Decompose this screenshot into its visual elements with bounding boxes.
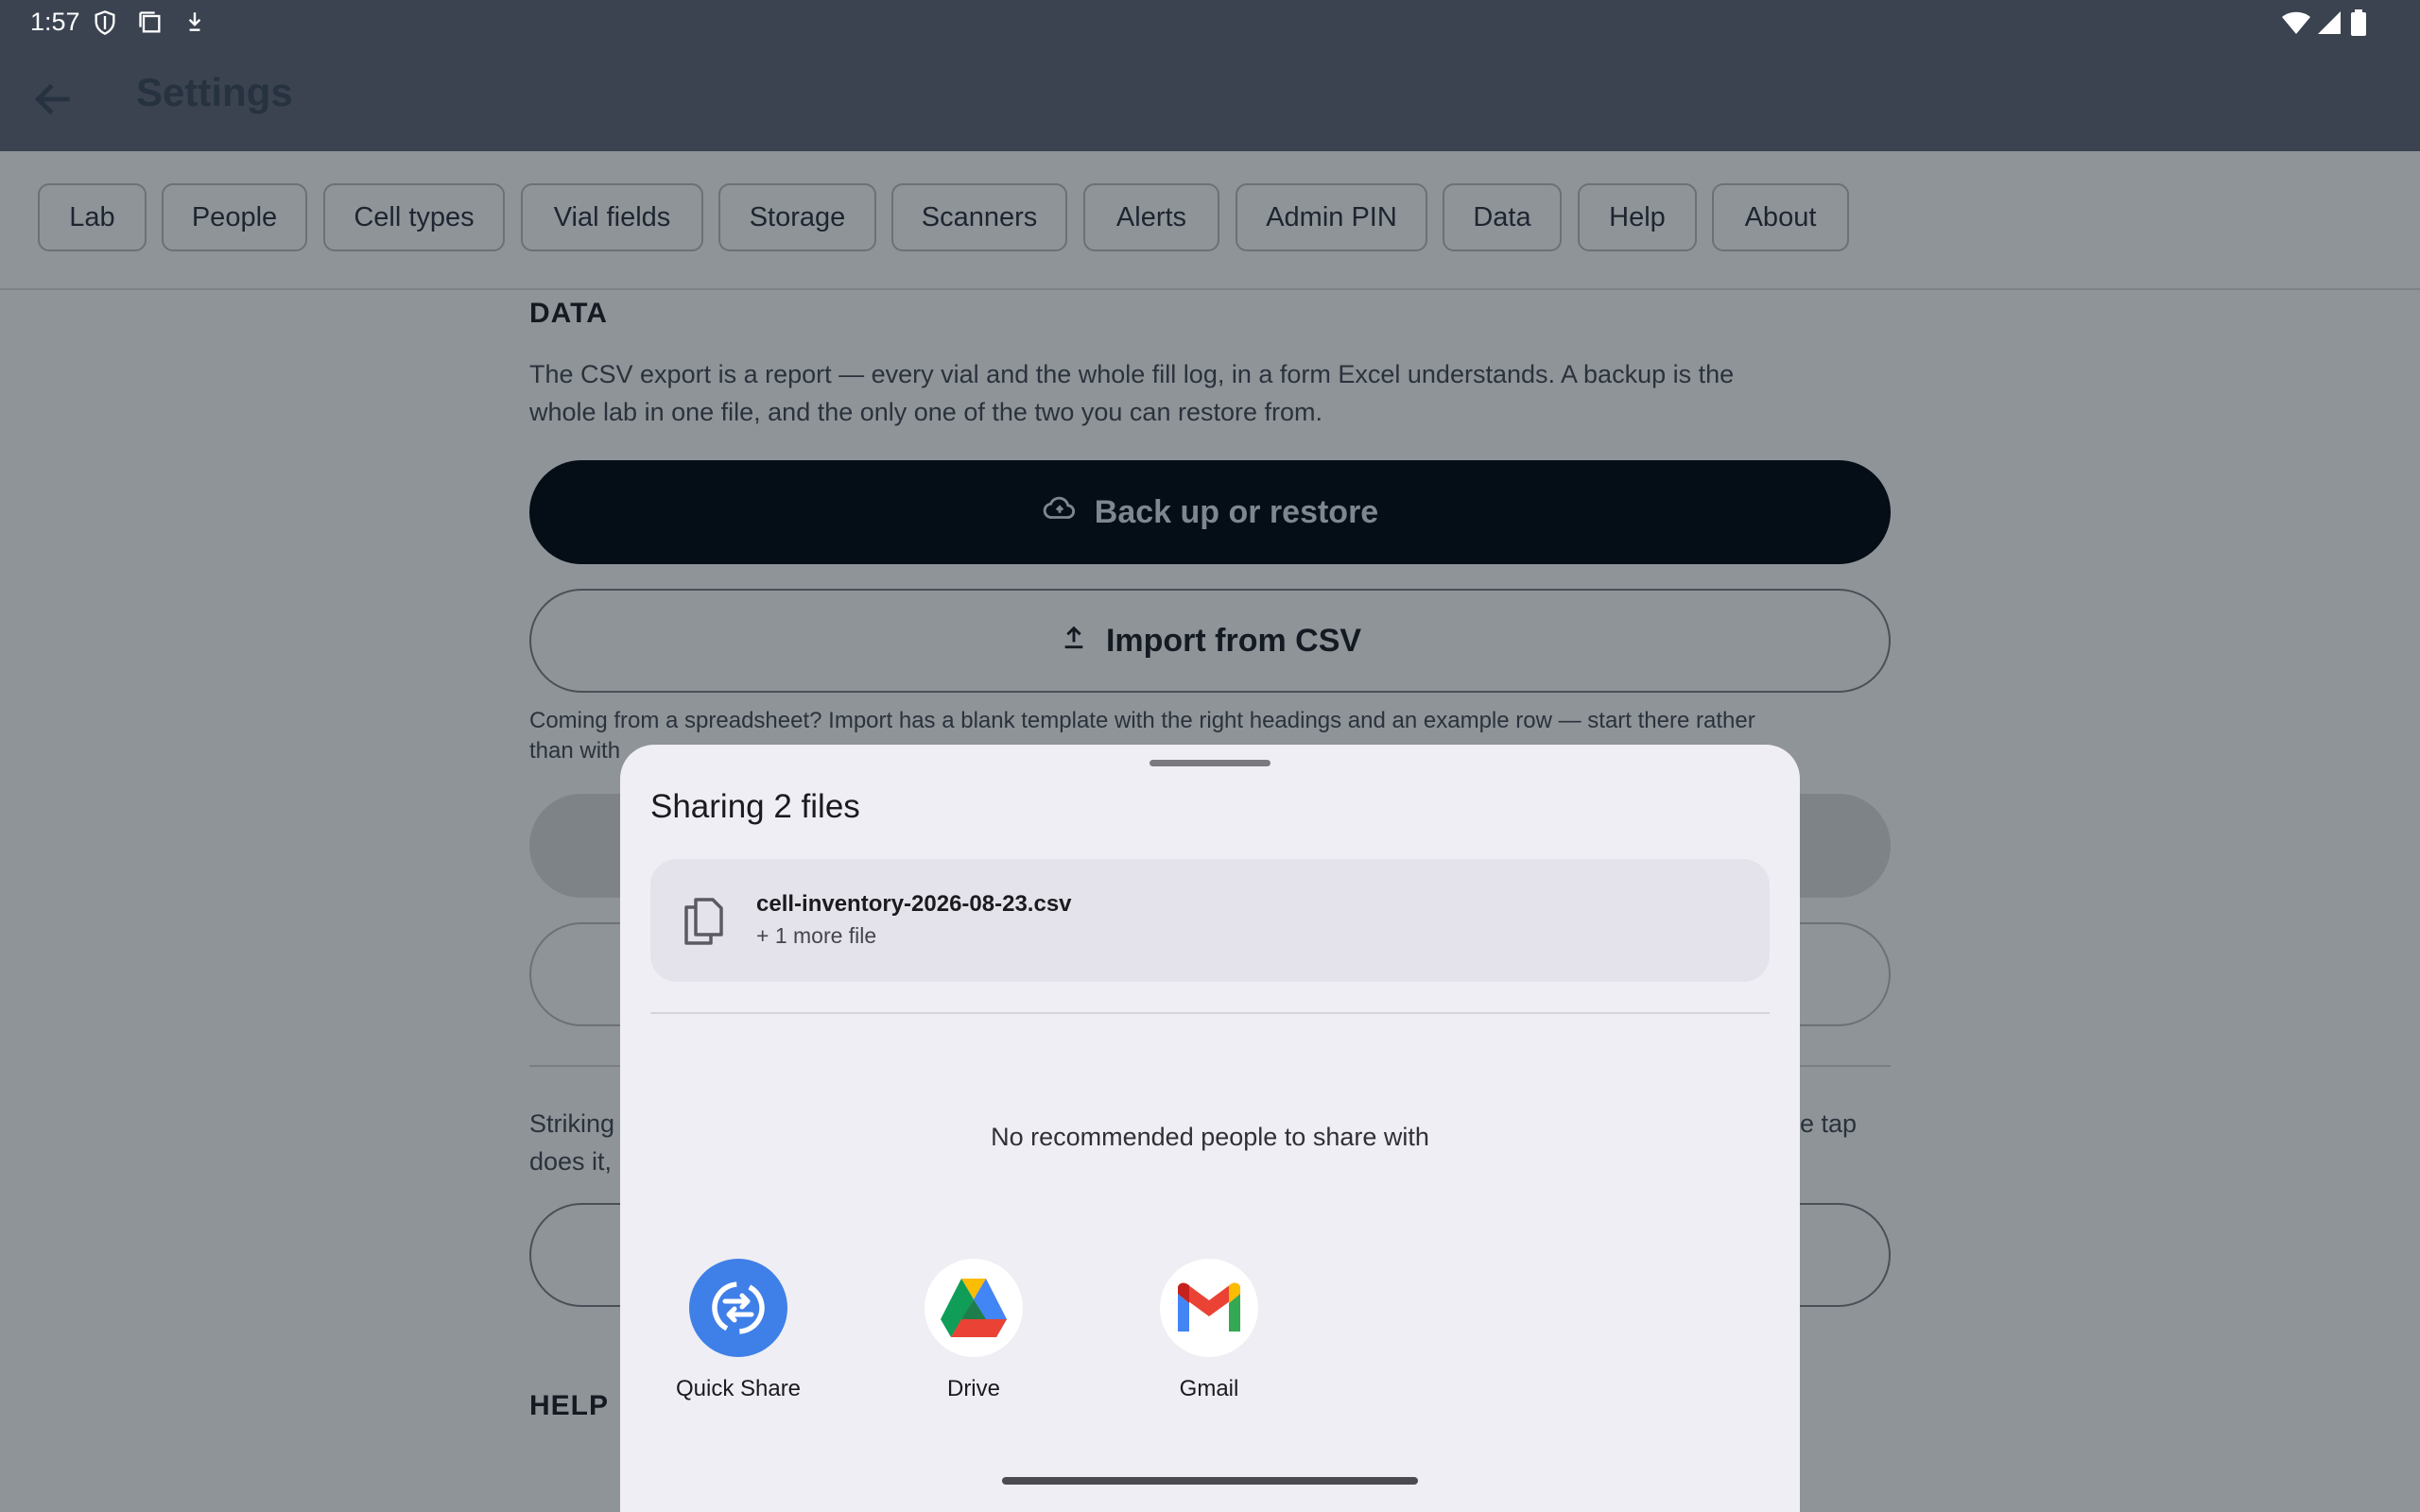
sheet-divider — [650, 1012, 1770, 1014]
share-sheet: Sharing 2 files cell-inventory-2026-08-2… — [620, 745, 1800, 1512]
share-sheet-title: Sharing 2 files — [650, 788, 860, 825]
more-files-count: + 1 more file — [756, 923, 877, 948]
copy-files-icon — [683, 897, 724, 946]
google-drive-icon — [925, 1259, 1023, 1357]
gmail-icon — [1160, 1259, 1258, 1357]
file-name: cell-inventory-2026-08-23.csv — [756, 891, 1072, 917]
no-recommended-people-text: No recommended people to share with — [991, 1123, 1429, 1151]
gesture-nav-handle[interactable] — [1002, 1477, 1418, 1485]
share-target-drive[interactable]: Drive — [893, 1259, 1054, 1402]
share-target-quick-share[interactable]: Quick Share — [658, 1259, 819, 1402]
gmail-label: Gmail — [1179, 1376, 1239, 1401]
share-target-gmail[interactable]: Gmail — [1129, 1259, 1289, 1402]
drive-label: Drive — [946, 1376, 1000, 1401]
quick-share-icon — [689, 1259, 787, 1357]
quick-share-label: Quick Share — [675, 1376, 802, 1401]
shared-files-preview: cell-inventory-2026-08-23.csv + 1 more f… — [650, 859, 1770, 982]
drag-handle[interactable] — [1150, 760, 1270, 766]
